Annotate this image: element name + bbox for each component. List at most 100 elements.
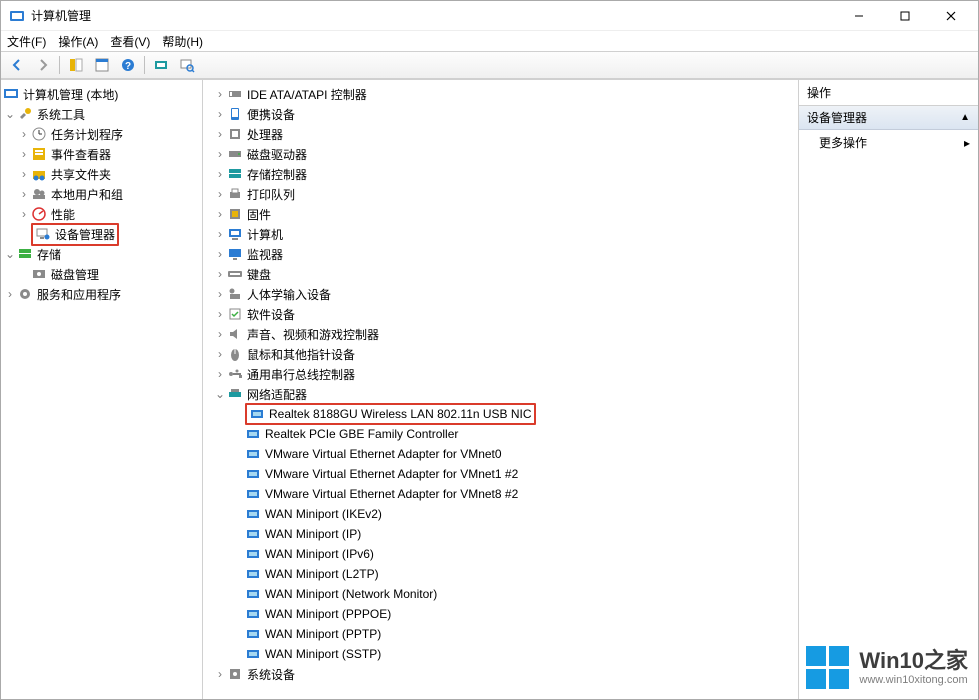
chevron-right-icon: ▸ [964, 136, 970, 150]
device-category[interactable]: ›便携设备 [203, 104, 798, 124]
expand-icon[interactable]: › [17, 148, 31, 160]
disk-icon [31, 266, 47, 282]
maximize-button[interactable] [882, 1, 928, 31]
device-category-label: 鼠标和其他指针设备 [247, 346, 355, 363]
nav-task-scheduler[interactable]: › 任务计划程序 [1, 124, 202, 144]
device-category[interactable]: ›打印队列 [203, 184, 798, 204]
menu-file[interactable]: 文件(F) [7, 33, 46, 50]
device-item[interactable]: VMware Virtual Ethernet Adapter for VMne… [203, 444, 798, 464]
expand-icon[interactable]: › [3, 288, 17, 300]
nav-item-label: 磁盘管理 [51, 266, 99, 283]
expand-icon[interactable]: › [213, 348, 227, 360]
device-category[interactable]: ›计算机 [203, 224, 798, 244]
forward-button[interactable] [31, 54, 55, 76]
help-button[interactable]: ? [116, 54, 140, 76]
device-category[interactable]: ›监视器 [203, 244, 798, 264]
expand-icon[interactable]: › [17, 188, 31, 200]
toolbar-separator [144, 56, 145, 74]
device-category[interactable]: ›声音、视频和游戏控制器 [203, 324, 798, 344]
device-category-system[interactable]: ›系统设备 [203, 664, 798, 684]
expand-icon[interactable]: › [213, 368, 227, 380]
minimize-button[interactable] [836, 1, 882, 31]
device-item[interactable]: VMware Virtual Ethernet Adapter for VMne… [203, 464, 798, 484]
device-category-network[interactable]: ⌄网络适配器 [203, 384, 798, 404]
actions-more-label: 更多操作 [819, 134, 867, 151]
nav-local-users[interactable]: › 本地用户和组 [1, 184, 202, 204]
nav-tree[interactable]: 计算机管理 (本地) ⌄ 系统工具 › 任务计划程序 › 事件查看器 › 共享文… [1, 80, 203, 699]
expand-icon[interactable]: › [213, 268, 227, 280]
device-item[interactable]: Realtek PCIe GBE Family Controller [203, 424, 798, 444]
expand-icon[interactable]: › [213, 308, 227, 320]
expand-icon[interactable]: › [213, 168, 227, 180]
device-tree[interactable]: ›IDE ATA/ATAPI 控制器›便携设备›处理器›磁盘驱动器›存储控制器›… [203, 80, 798, 699]
device-item[interactable]: WAN Miniport (PPTP) [203, 624, 798, 644]
device-item[interactable]: WAN Miniport (IP) [203, 524, 798, 544]
device-scan-button[interactable] [175, 54, 199, 76]
nav-storage[interactable]: ⌄ 存储 [1, 244, 202, 264]
expand-icon[interactable]: › [17, 128, 31, 140]
menu-action[interactable]: 操作(A) [58, 33, 98, 50]
device-category[interactable]: ›存储控制器 [203, 164, 798, 184]
cpu-icon [227, 126, 243, 142]
device-category[interactable]: ›通用串行总线控制器 [203, 364, 798, 384]
show-hide-tree-button[interactable] [64, 54, 88, 76]
device-category[interactable]: ›键盘 [203, 264, 798, 284]
expand-icon[interactable]: › [17, 168, 31, 180]
nav-root[interactable]: 计算机管理 (本地) [1, 84, 202, 104]
expand-icon[interactable]: › [213, 88, 227, 100]
menu-help[interactable]: 帮助(H) [162, 33, 203, 50]
device-item-label: Realtek PCIe GBE Family Controller [265, 427, 458, 441]
expand-icon[interactable]: › [213, 188, 227, 200]
nav-disk-mgmt[interactable]: 磁盘管理 [1, 264, 202, 284]
nav-device-manager[interactable]: 设备管理器 [1, 224, 202, 244]
device-category[interactable]: › 软件设备 [203, 304, 798, 324]
expand-icon[interactable]: › [213, 328, 227, 340]
device-item[interactable]: WAN Miniport (IKEv2) [203, 504, 798, 524]
expand-icon[interactable]: › [213, 668, 227, 680]
network-icon [227, 386, 243, 402]
back-button[interactable] [5, 54, 29, 76]
nav-system-tools[interactable]: ⌄ 系统工具 [1, 104, 202, 124]
device-item[interactable]: WAN Miniport (IPv6) [203, 544, 798, 564]
device-item[interactable]: Realtek 8188GU Wireless LAN 802.11n USB … [203, 404, 798, 424]
device-category[interactable]: ›IDE ATA/ATAPI 控制器 [203, 84, 798, 104]
expand-icon[interactable]: › [213, 228, 227, 240]
menu-view[interactable]: 查看(V) [110, 33, 150, 50]
nav-services-apps[interactable]: › 服务和应用程序 [1, 284, 202, 304]
device-category[interactable]: ›磁盘驱动器 [203, 144, 798, 164]
hid-icon [227, 286, 243, 302]
collapse-icon[interactable]: ⌄ [213, 388, 227, 400]
expand-icon[interactable]: › [17, 208, 31, 220]
device-category[interactable]: ›固件 [203, 204, 798, 224]
actions-subheader[interactable]: 设备管理器 ▲ [799, 106, 978, 130]
nav-item-label: 事件查看器 [51, 146, 111, 163]
device-category-label: 软件设备 [247, 306, 295, 323]
device-item[interactable]: WAN Miniport (SSTP) [203, 644, 798, 664]
nav-item-label: 性能 [51, 206, 75, 223]
collapse-icon[interactable]: ⌄ [3, 108, 17, 120]
actions-more[interactable]: 更多操作 ▸ [799, 130, 978, 155]
device-item-label: WAN Miniport (IP) [265, 527, 361, 541]
device-item[interactable]: VMware Virtual Ethernet Adapter for VMne… [203, 484, 798, 504]
device-category[interactable]: › 鼠标和其他指针设备 [203, 344, 798, 364]
collapse-icon[interactable]: ⌄ [3, 248, 17, 260]
expand-icon[interactable]: › [213, 148, 227, 160]
device-item[interactable]: WAN Miniport (Network Monitor) [203, 584, 798, 604]
firmware-icon [227, 206, 243, 222]
device-item[interactable]: WAN Miniport (PPPOE) [203, 604, 798, 624]
device-update-button[interactable] [149, 54, 173, 76]
expand-icon[interactable]: › [213, 128, 227, 140]
close-button[interactable] [928, 1, 974, 31]
expand-icon[interactable]: › [213, 288, 227, 300]
properties-button[interactable] [90, 54, 114, 76]
expand-icon[interactable]: › [213, 108, 227, 120]
nav-shared-folders[interactable]: › 共享文件夹 [1, 164, 202, 184]
actions-header: 操作 [799, 80, 978, 106]
device-category[interactable]: ›人体学输入设备 [203, 284, 798, 304]
device-item[interactable]: WAN Miniport (L2TP) [203, 564, 798, 584]
expand-icon[interactable]: › [213, 208, 227, 220]
nav-event-viewer[interactable]: › 事件查看器 [1, 144, 202, 164]
nav-performance[interactable]: › 性能 [1, 204, 202, 224]
device-category[interactable]: ›处理器 [203, 124, 798, 144]
expand-icon[interactable]: › [213, 248, 227, 260]
